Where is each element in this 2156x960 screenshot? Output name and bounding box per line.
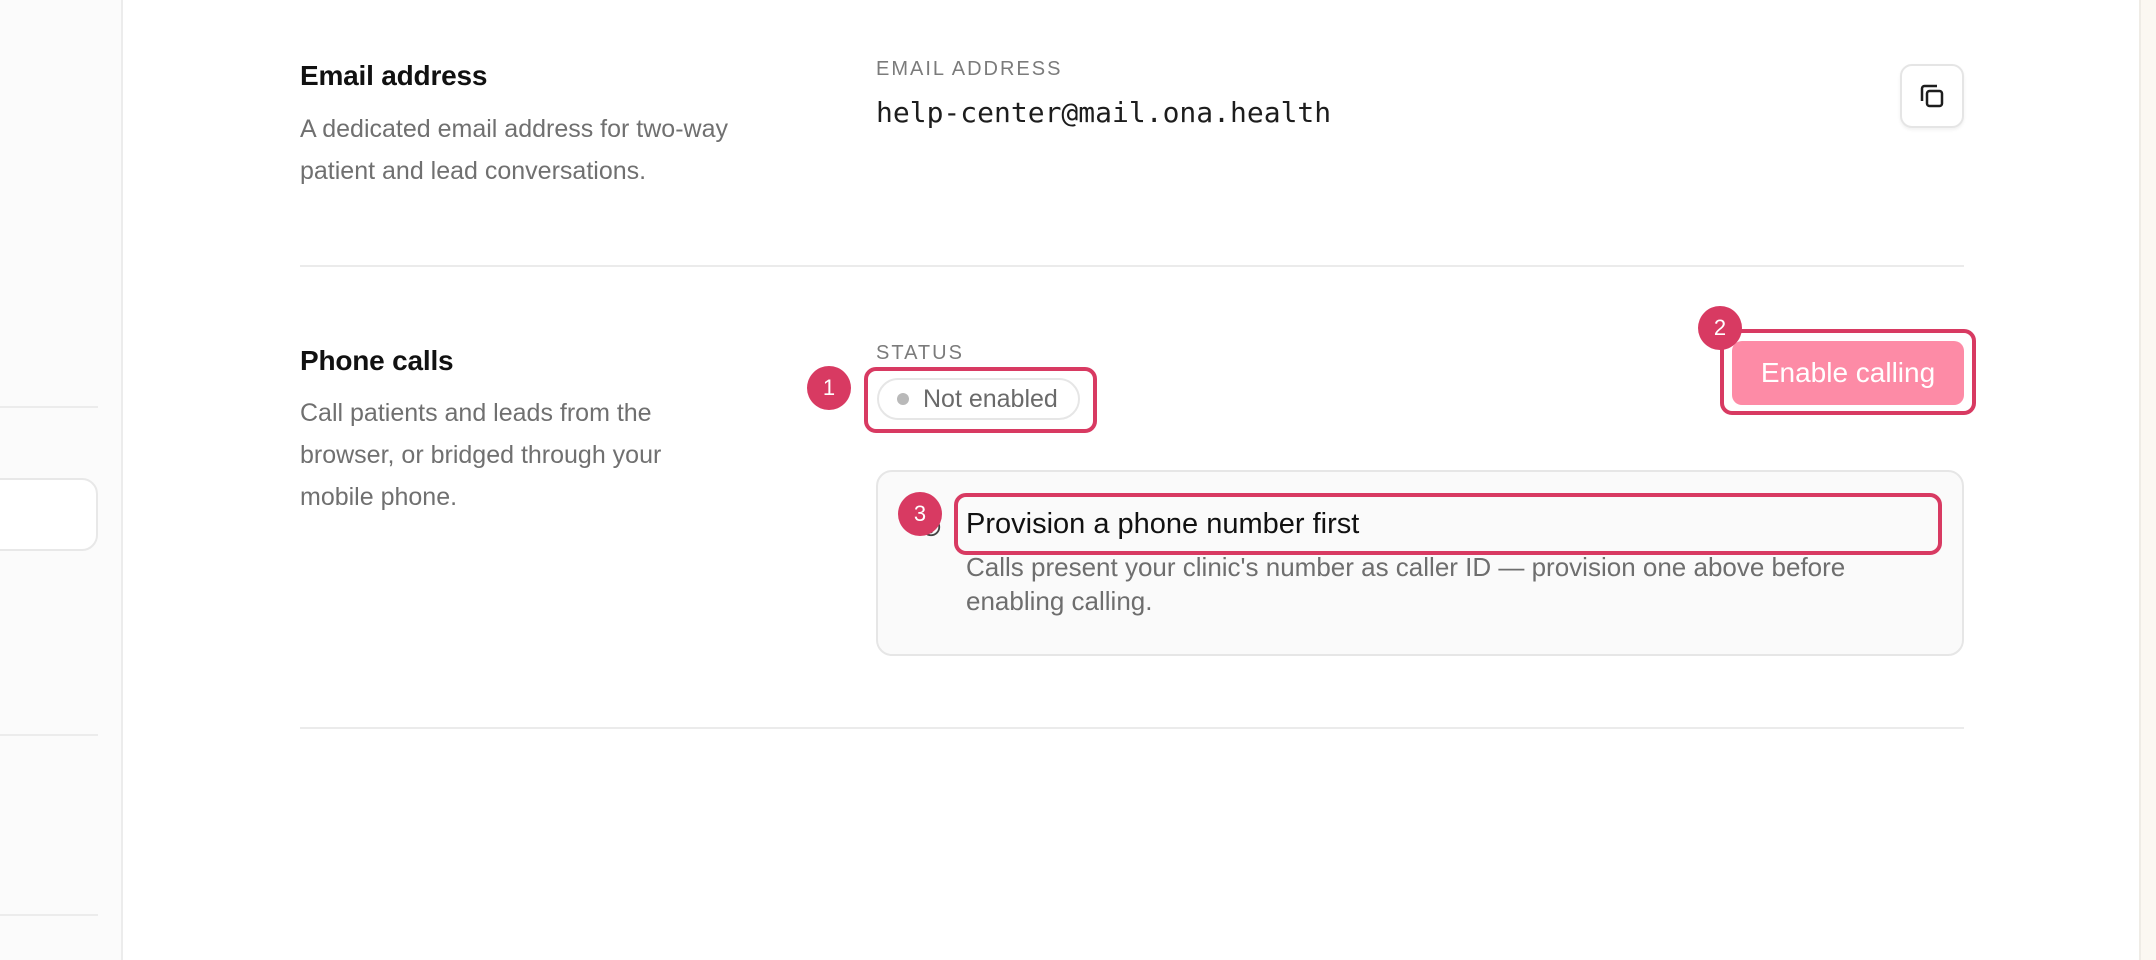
left-sidebar bbox=[0, 0, 123, 960]
sidebar-card[interactable] bbox=[0, 478, 98, 551]
sidebar-divider bbox=[0, 914, 98, 916]
section-divider bbox=[300, 265, 1964, 267]
sidebar-divider bbox=[0, 734, 98, 736]
email-section-title: Email address bbox=[300, 60, 488, 91]
status-dot-icon bbox=[897, 393, 909, 405]
email-section-description: A dedicated email address for two-way pa… bbox=[300, 115, 728, 185]
copy-icon bbox=[1920, 84, 1944, 108]
email-field-label: EMAIL ADDRESS bbox=[876, 58, 1063, 80]
status-badge: Not enabled bbox=[877, 378, 1080, 420]
notice-title: Provision a phone number first bbox=[966, 508, 1360, 540]
annotation-badge: 2 bbox=[1698, 306, 1742, 350]
phone-section-description: Call patients and leads from the browser… bbox=[300, 399, 662, 511]
copy-email-button[interactable] bbox=[1900, 64, 1964, 128]
annotation-badge: 1 bbox=[807, 366, 851, 410]
enable-calling-button[interactable]: Enable calling bbox=[1732, 341, 1964, 405]
phone-section-title: Phone calls bbox=[300, 345, 454, 376]
sidebar-divider bbox=[0, 406, 98, 408]
notice-description: Calls present your clinic's number as ca… bbox=[966, 552, 1846, 616]
status-value: Not enabled bbox=[923, 384, 1058, 413]
section-divider bbox=[300, 727, 1964, 729]
status-label: STATUS bbox=[876, 342, 964, 364]
email-value: help-center@mail.ona.health bbox=[876, 96, 1332, 129]
annotation-badge: 3 bbox=[898, 492, 942, 536]
right-panel-edge bbox=[2139, 0, 2156, 960]
